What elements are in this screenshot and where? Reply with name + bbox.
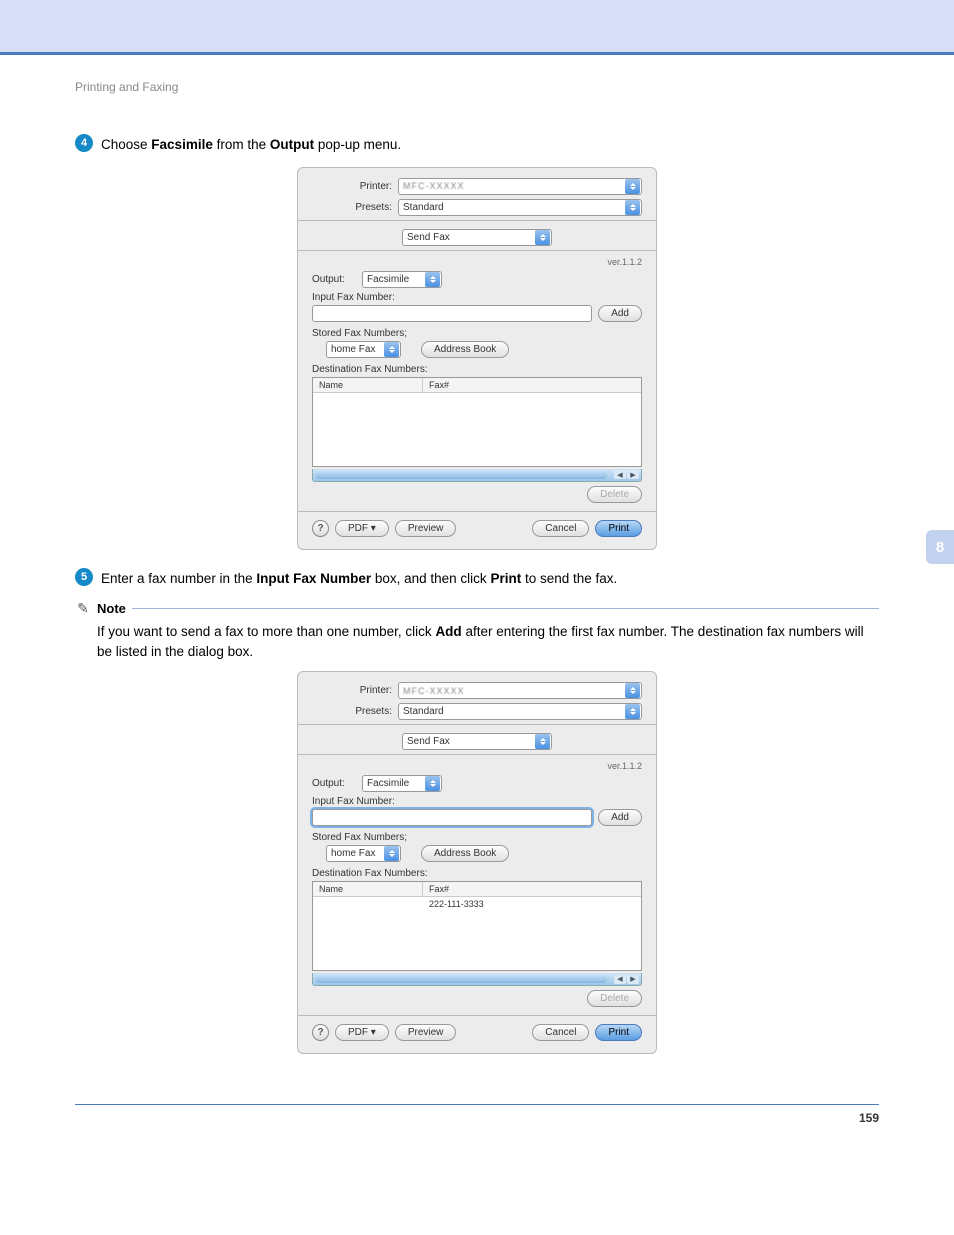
stored-type-select[interactable]: home Fax <box>326 845 401 862</box>
step-badge-5: 5 <box>75 568 93 586</box>
chevron-updown-icon <box>625 704 640 719</box>
preview-button[interactable]: Preview <box>395 520 457 537</box>
pdf-button[interactable]: PDF ▾ <box>335 1024 389 1041</box>
dest-table[interactable]: Name Fax# <box>312 377 642 467</box>
col-name: Name <box>313 378 423 392</box>
col-fax: Fax# <box>423 882 455 896</box>
input-fax-field[interactable] <box>312 809 592 826</box>
scroll-right-icon[interactable]: ▶ <box>627 975 639 984</box>
output-label: Output: <box>312 778 356 789</box>
pdf-button[interactable]: PDF ▾ <box>335 520 389 537</box>
step-4: 4 Choose Facsimile from the Output pop-u… <box>75 134 879 155</box>
cancel-button[interactable]: Cancel <box>532 1024 589 1041</box>
step-badge-4: 4 <box>75 134 93 152</box>
chevron-updown-icon <box>625 179 640 194</box>
address-book-button[interactable]: Address Book <box>421 845 509 862</box>
stored-type-select[interactable]: home Fax <box>326 341 401 358</box>
dest-label: Destination Fax Numbers: <box>312 868 642 879</box>
version-text: ver.1.1.2 <box>312 761 642 771</box>
chevron-updown-icon <box>625 683 640 698</box>
printer-select[interactable]: MFC-XXXXX <box>398 682 642 699</box>
delete-button[interactable]: Delete <box>587 486 642 503</box>
chevron-updown-icon <box>535 230 550 245</box>
chevron-updown-icon <box>384 342 399 357</box>
section-header: Printing and Faxing <box>75 80 879 94</box>
note-icon: ✎ <box>75 600 91 616</box>
chevron-updown-icon <box>384 846 399 861</box>
presets-select[interactable]: Standard <box>398 199 642 216</box>
note-body: If you want to send a fax to more than o… <box>75 622 879 661</box>
panel-select[interactable]: Send Fax <box>402 733 552 750</box>
add-button[interactable]: Add <box>598 305 642 322</box>
chevron-updown-icon <box>625 200 640 215</box>
help-icon[interactable]: ? <box>312 520 329 537</box>
output-label: Output: <box>312 274 356 285</box>
printer-select[interactable]: MFC-XXXXX <box>398 178 642 195</box>
chevron-updown-icon <box>425 272 440 287</box>
add-button[interactable]: Add <box>598 809 642 826</box>
step-4-text: Choose Facsimile from the Output pop-up … <box>101 134 401 155</box>
address-book-button[interactable]: Address Book <box>421 341 509 358</box>
step-5: 5 Enter a fax number in the Input Fax Nu… <box>75 568 879 589</box>
presets-label: Presets: <box>312 706 398 717</box>
printer-label: Printer: <box>312 181 398 192</box>
table-row[interactable]: 222-111-3333 <box>313 897 641 911</box>
col-fax: Fax# <box>423 378 455 392</box>
dest-table[interactable]: Name Fax# 222-111-3333 <box>312 881 642 971</box>
fax-dialog-2: Printer: MFC-XXXXX Presets: Standard Sen… <box>297 671 657 1054</box>
version-text: ver.1.1.2 <box>312 257 642 267</box>
printer-label: Printer: <box>312 685 398 696</box>
chapter-tab: 8 <box>926 530 954 564</box>
input-fax-field[interactable] <box>312 305 592 322</box>
presets-select[interactable]: Standard <box>398 703 642 720</box>
dest-label: Destination Fax Numbers: <box>312 364 642 375</box>
page-number: 159 <box>0 1105 954 1145</box>
scroll-right-icon[interactable]: ▶ <box>627 470 639 479</box>
print-button[interactable]: Print <box>595 520 642 537</box>
step-5-text: Enter a fax number in the Input Fax Numb… <box>101 568 617 589</box>
hscrollbar[interactable]: ◀▶ <box>312 469 642 482</box>
chevron-updown-icon <box>425 776 440 791</box>
chevron-updown-icon <box>535 734 550 749</box>
note-label: Note <box>97 601 126 616</box>
header-band <box>0 0 954 55</box>
input-fax-label: Input Fax Number: <box>312 292 642 303</box>
presets-label: Presets: <box>312 202 398 213</box>
help-icon[interactable]: ? <box>312 1024 329 1041</box>
input-fax-label: Input Fax Number: <box>312 796 642 807</box>
fax-cell: 222-111-3333 <box>423 897 490 911</box>
cancel-button[interactable]: Cancel <box>532 520 589 537</box>
col-name: Name <box>313 882 423 896</box>
stored-label: Stored Fax Numbers; <box>312 832 642 843</box>
scroll-left-icon[interactable]: ◀ <box>614 975 626 984</box>
output-select[interactable]: Facsimile <box>362 271 442 288</box>
fax-dialog-1: Printer: MFC-XXXXX Presets: Standard Sen… <box>297 167 657 550</box>
print-button[interactable]: Print <box>595 1024 642 1041</box>
scroll-left-icon[interactable]: ◀ <box>614 470 626 479</box>
note-header: ✎ Note <box>75 600 879 616</box>
panel-select[interactable]: Send Fax <box>402 229 552 246</box>
delete-button[interactable]: Delete <box>587 990 642 1007</box>
hscrollbar[interactable]: ◀▶ <box>312 973 642 986</box>
preview-button[interactable]: Preview <box>395 1024 457 1041</box>
output-select[interactable]: Facsimile <box>362 775 442 792</box>
stored-label: Stored Fax Numbers; <box>312 328 642 339</box>
